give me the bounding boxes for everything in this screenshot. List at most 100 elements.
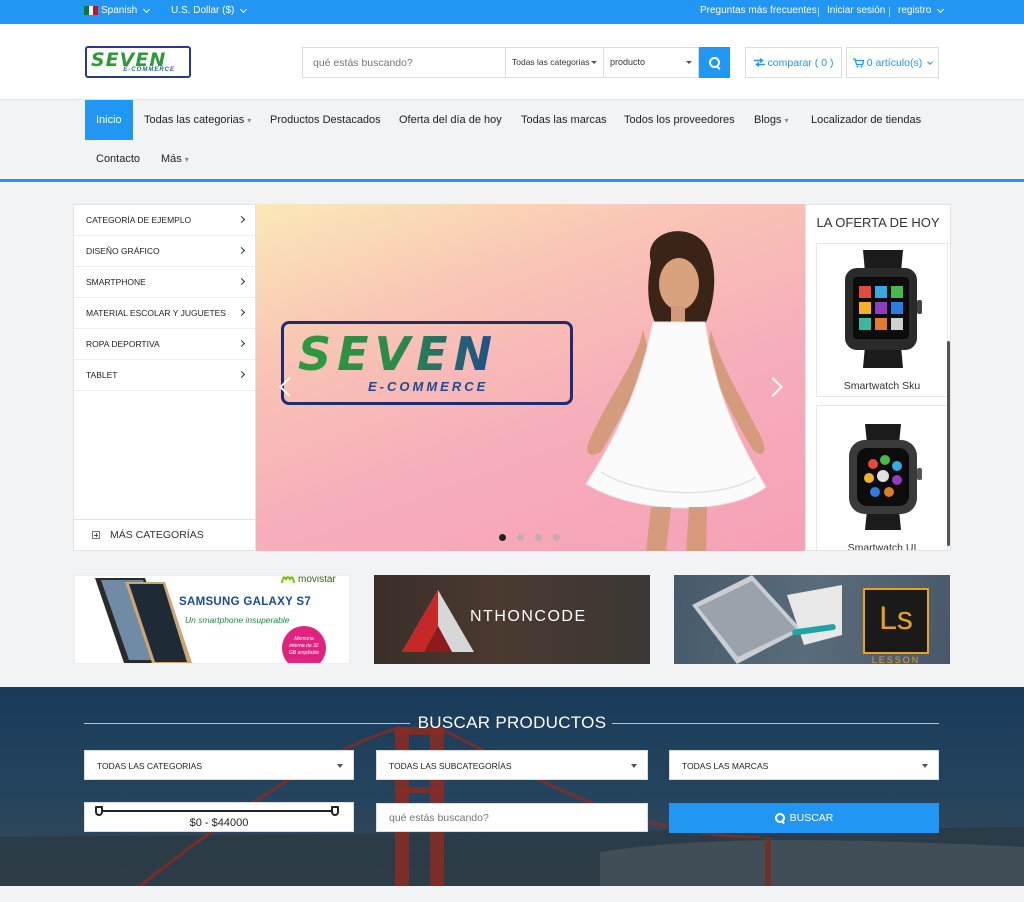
offer-product-name: Smartwatch UI (847, 542, 917, 551)
lesson-banner[interactable]: Ls LESSON (674, 575, 950, 664)
nav-item-inicio[interactable]: Inicio (85, 100, 133, 140)
login-link[interactable]: Iniciar sesión (827, 5, 885, 16)
category-label: Material escolar y juguetes (86, 308, 226, 318)
samsung-subtitle: Un smartphone insuperable (185, 615, 290, 625)
caret-down-icon: ▾ (784, 116, 789, 125)
caret-down-icon (686, 61, 692, 64)
nav-item-oferta-del-dia[interactable]: Oferta del día de hoy (388, 100, 513, 140)
currency-selector[interactable]: U.S. Dollar ($) (171, 5, 248, 16)
search-button[interactable] (699, 47, 730, 78)
search-icon (774, 813, 785, 823)
top-bar: Spanish U.S. Dollar ($) Preguntas más fr… (0, 0, 1024, 24)
nav-item-todas-categorias[interactable]: Todas las categorias ▾ (133, 100, 262, 140)
smartwatch-image (845, 250, 922, 368)
price-range-track (99, 810, 335, 812)
category-item[interactable]: Material escolar y juguetes (74, 298, 255, 329)
search-products-button[interactable]: BUSCAR (669, 803, 939, 833)
laptop-desk-image (692, 575, 842, 664)
category-item[interactable]: Ropa deportiva (74, 329, 255, 360)
lesson-text: LESSON (871, 655, 921, 664)
nav-item-marcas[interactable]: Todas las marcas (510, 100, 618, 140)
nav-item-destacados[interactable]: Productos Destacados (259, 100, 392, 140)
category-label: Tablet (86, 370, 118, 380)
movistar-logo: movistar (281, 575, 336, 585)
subcategory-dropdown[interactable]: Todas las subcategorías (376, 750, 648, 780)
compare-label: comparar ( 0 ) (767, 56, 834, 69)
slider-dot[interactable] (499, 534, 506, 541)
category-label: Diseño gráfico (86, 246, 160, 256)
language-label: Spanish (101, 5, 138, 16)
caret-down-icon: ▾ (247, 116, 252, 125)
more-categories-button[interactable]: MÁS CATEGORÍAS (74, 519, 255, 550)
category-item[interactable]: Smartphone (74, 267, 255, 298)
slider-dot[interactable] (517, 534, 524, 541)
price-range-value: $0 - $44000 (189, 817, 249, 829)
samsung-title: SAMSUNG GALAXY S7 (179, 596, 312, 608)
hero-logo-subtext: E-COMMERCE (368, 379, 489, 394)
samsung-banner[interactable]: movistar SAMSUNG GALAXY S7 Un smartphone… (74, 575, 350, 664)
divider (818, 7, 819, 17)
lesson-logo: Ls (863, 588, 929, 654)
divider (889, 7, 890, 17)
anthoncode-text: NTHONCODE (470, 608, 587, 625)
dropdown-label: Todas las subcategorías (389, 761, 512, 771)
category-item[interactable]: Diseño gráfico (74, 236, 255, 267)
logo-subtext: E-COMMERCE (123, 67, 175, 73)
price-range-slider[interactable]: $0 - $44000 (84, 802, 354, 832)
movistar-text: movistar (298, 575, 336, 585)
type-select-label: producto (610, 57, 646, 67)
language-selector[interactable]: Spanish (84, 5, 151, 16)
anthoncode-banner[interactable]: A NTHONCODE (374, 575, 650, 664)
slider-dot[interactable] (553, 534, 560, 541)
offer-product-card[interactable]: Smartwatch UI (816, 405, 948, 551)
hero-slider[interactable]: SEVEN E-COMMERCE (256, 204, 805, 551)
price-min-handle[interactable] (95, 806, 103, 816)
nav-item-proveedores[interactable]: Todos los proveedores (613, 100, 746, 140)
nav-item-contacto[interactable]: Contacto (85, 139, 151, 179)
mexico-flag-icon (84, 6, 99, 15)
compare-button[interactable]: comparar ( 0 ) (745, 47, 842, 78)
category-dropdown[interactable]: Todas las categorias (84, 750, 354, 780)
price-max-handle[interactable] (331, 806, 339, 816)
caret-down-icon (337, 764, 343, 768)
slider-dot[interactable] (535, 534, 542, 541)
more-categories-label: MÁS CATEGORÍAS (110, 529, 204, 541)
movistar-icon (281, 576, 295, 584)
nav-item-label: Más (161, 153, 182, 165)
register-link[interactable]: registro (898, 5, 945, 16)
category-label: Smartphone (86, 277, 146, 287)
site-logo[interactable]: SEVEN E-COMMERCE (85, 46, 191, 78)
type-select[interactable]: producto (603, 48, 698, 77)
nav-item-localizador[interactable]: Localizador de tiendas (800, 100, 932, 140)
search-icon (708, 56, 721, 69)
brand-dropdown[interactable]: Todas las marcas (669, 750, 939, 780)
chevron-right-icon (237, 339, 246, 348)
nav-item-mas[interactable]: Más ▾ (150, 139, 200, 179)
faq-link[interactable]: Preguntas más frecuentes (700, 5, 817, 16)
nav-item-blogs[interactable]: Blogs ▾ (743, 100, 800, 140)
chevron-down-icon (143, 5, 151, 13)
category-item[interactable]: Tablet (74, 360, 255, 391)
search-input[interactable] (303, 48, 505, 77)
main-nav: Inicio Todas las categorias ▾ Productos D… (0, 100, 1024, 182)
hero-logo: SEVEN E-COMMERCE (281, 321, 573, 405)
cart-button[interactable]: 0 artículo(s) (846, 47, 939, 78)
offer-scrollbar[interactable] (947, 341, 950, 546)
cart-icon (852, 57, 864, 67)
chevron-right-icon (237, 246, 246, 255)
category-item[interactable]: Categoría de ejemplo (74, 205, 255, 236)
currency-label: U.S. Dollar ($) (171, 5, 235, 16)
dropdown-label: Todas las categorias (97, 761, 203, 771)
header-search: Todas las categorias producto (302, 47, 699, 78)
todays-offer-panel: LA OFERTA DE HOY Smartwatch Sku Smartwat… (805, 204, 951, 551)
category-sidebar: Categoría de ejemplo Diseño gráfico Smar… (73, 204, 256, 551)
dropdown-label: Todas las marcas (682, 761, 769, 771)
chevron-right-icon (237, 308, 246, 317)
chevron-down-icon (927, 58, 934, 65)
category-label: Ropa deportiva (86, 339, 160, 349)
chevron-right-icon (237, 370, 246, 379)
category-select[interactable]: Todas las categorias (505, 48, 603, 77)
product-search-input[interactable] (376, 803, 648, 832)
offer-product-card[interactable]: Smartwatch Sku (816, 243, 948, 397)
caret-down-icon: ▾ (184, 155, 189, 164)
